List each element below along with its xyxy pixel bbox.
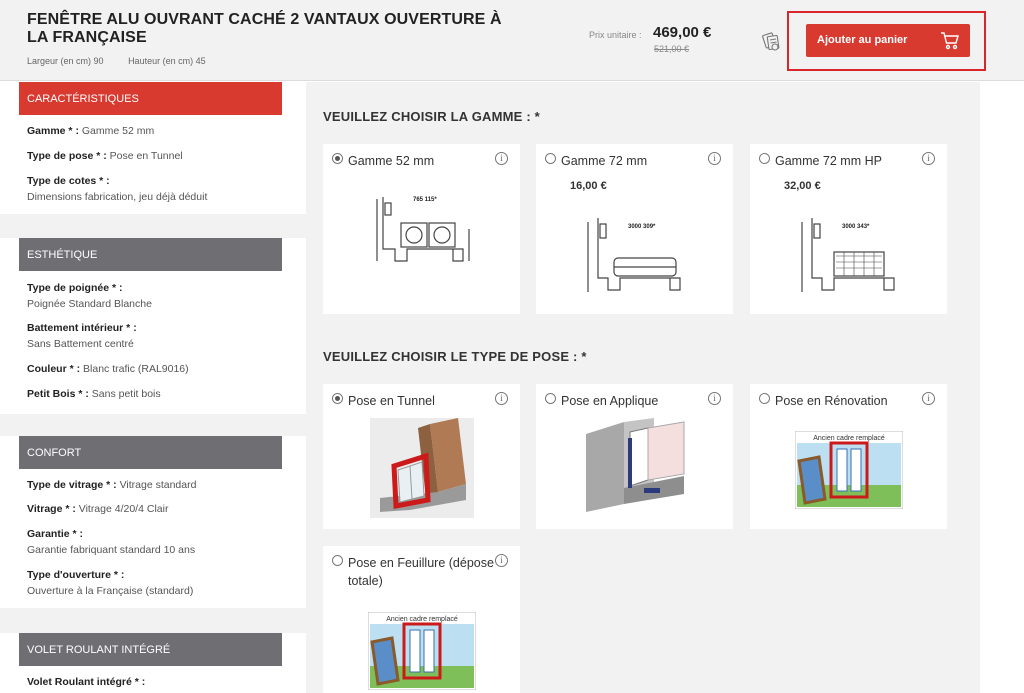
spec-petit-bois: Petit Bois * : Sans petit bois [27, 388, 161, 400]
unit-price: 469,00 € [653, 24, 712, 41]
profile-section-image: 765 115* [376, 197, 470, 262]
gamme-option-72[interactable]: Gamme 72 mm i 16,00 € 3000 309* [536, 144, 733, 314]
profile-section-image: 3000 309* [587, 218, 681, 292]
spec-couleur: Couleur * : Blanc trafic (RAL9016) [27, 363, 189, 375]
right-margin [980, 82, 1024, 693]
pose-tunnel-image [370, 418, 474, 518]
width-label: Largeur (en cm) 90 [27, 56, 104, 66]
spec-ouverture: Type d'ouverture * : Ouverture à la Franç… [27, 569, 194, 597]
option-label: Pose en Applique [561, 394, 659, 408]
section-volet-roulant[interactable]: VOLET ROULANT INTÉGRÉ [19, 633, 282, 666]
pose-applique-image [584, 418, 688, 512]
pose-feuillure-image: Ancien cadre remplacé [368, 612, 476, 690]
option-label: Pose en Tunnel [348, 394, 435, 408]
spec-pose: Type de pose * : Pose en Tunnel [27, 150, 183, 162]
unit-price-label: Prix unitaire : [589, 30, 642, 40]
product-header: FENÊTRE ALU OUVRANT CACHÉ 2 VANTAUX OUVE… [0, 0, 1024, 81]
sidebar-divider [0, 414, 306, 436]
info-icon[interactable]: i [708, 152, 721, 165]
option-label: Gamme 72 mm [561, 154, 648, 168]
shopping-cart-icon [940, 31, 960, 50]
svg-text:3000 343*: 3000 343* [842, 224, 870, 230]
svg-text:765 115*: 765 115* [413, 197, 437, 203]
profile-section-image: 3000 343* [801, 218, 895, 292]
info-icon[interactable]: i [708, 392, 721, 405]
pose-option-renovation[interactable]: Pose en Rénovation i Ancien cadre rempla… [750, 384, 947, 529]
product-title: FENÊTRE ALU OUVRANT CACHÉ 2 VANTAUX OUVE… [27, 11, 502, 46]
spec-battement: Battement intérieur * : Sans Battement ce… [27, 322, 137, 350]
gamme-option-52[interactable]: Gamme 52 mm i 765 115* [323, 144, 520, 314]
option-price: 32,00 € [784, 180, 821, 192]
pose-renovation-image: Ancien cadre remplacé [795, 431, 903, 509]
section-confort[interactable]: CONFORT [19, 436, 282, 469]
spec-vitrage: Vitrage * : Vitrage 4/20/4 Clair [27, 503, 169, 515]
radio-button[interactable] [332, 393, 343, 404]
spec-garantie: Garantie * : Garantie fabriquant standard… [27, 528, 196, 556]
info-icon[interactable]: i [922, 152, 935, 165]
radio-button[interactable] [759, 393, 770, 404]
info-icon[interactable]: i [495, 152, 508, 165]
option-label: Pose en Rénovation [775, 394, 888, 408]
sidebar-divider [0, 608, 306, 633]
pose-option-feuillure[interactable]: Pose en Feuillure (dépose totale) i Anci… [323, 546, 520, 693]
pose-option-tunnel[interactable]: Pose en Tunnel i [323, 384, 520, 529]
section-esthetique[interactable]: ESTHÉTIQUE [19, 238, 282, 271]
radio-button[interactable] [545, 393, 556, 404]
radio-button[interactable] [332, 555, 343, 566]
info-icon[interactable]: i [922, 392, 935, 405]
spec-poignee: Type de poignée * : Poignée Standard Blan… [27, 282, 152, 310]
spec-cotes: Type de cotes * : Dimensions fabrication,… [27, 175, 208, 203]
gamme-section-title: VEUILLEZ CHOISIR LA GAMME : * [323, 109, 540, 124]
add-to-cart-button[interactable]: Ajouter au panier [806, 24, 970, 57]
info-icon[interactable]: i [495, 554, 508, 567]
dimensions: Largeur (en cm) 90 Hauteur (en cm) 45 [27, 56, 228, 66]
spec-gamme: Gamme * : Gamme 52 mm [27, 125, 155, 137]
svg-text:Ancien cadre remplacé: Ancien cadre remplacé [813, 435, 885, 442]
option-price: 16,00 € [570, 180, 607, 192]
sidebar-divider [0, 214, 306, 238]
svg-text:3000 309*: 3000 309* [628, 224, 656, 230]
pose-option-applique[interactable]: Pose en Applique i [536, 384, 733, 529]
add-to-cart-label: Ajouter au panier [817, 34, 908, 46]
option-label: Gamme 72 mm HP [775, 154, 882, 168]
quote-calculator-icon[interactable] [760, 30, 782, 52]
old-price: 521,00 € [654, 44, 690, 54]
spec-type-vitrage: Type de vitrage * : Vitrage standard [27, 479, 197, 491]
section-caracteristiques[interactable]: CARACTÉRISTIQUES [19, 82, 282, 115]
spec-volet: Volet Roulant intégré * : [27, 676, 146, 688]
radio-button[interactable] [759, 153, 770, 164]
option-label: Gamme 52 mm [348, 154, 435, 168]
height-label: Hauteur (en cm) 45 [128, 56, 206, 66]
info-icon[interactable]: i [495, 392, 508, 405]
pose-section-title: VEUILLEZ CHOISIR LE TYPE DE POSE : * [323, 349, 587, 364]
radio-button[interactable] [332, 153, 343, 164]
gamme-option-72-hp[interactable]: Gamme 72 mm HP i 32,00 € 3000 343* [750, 144, 947, 314]
radio-button[interactable] [545, 153, 556, 164]
svg-text:Ancien cadre remplacé: Ancien cadre remplacé [386, 616, 458, 623]
